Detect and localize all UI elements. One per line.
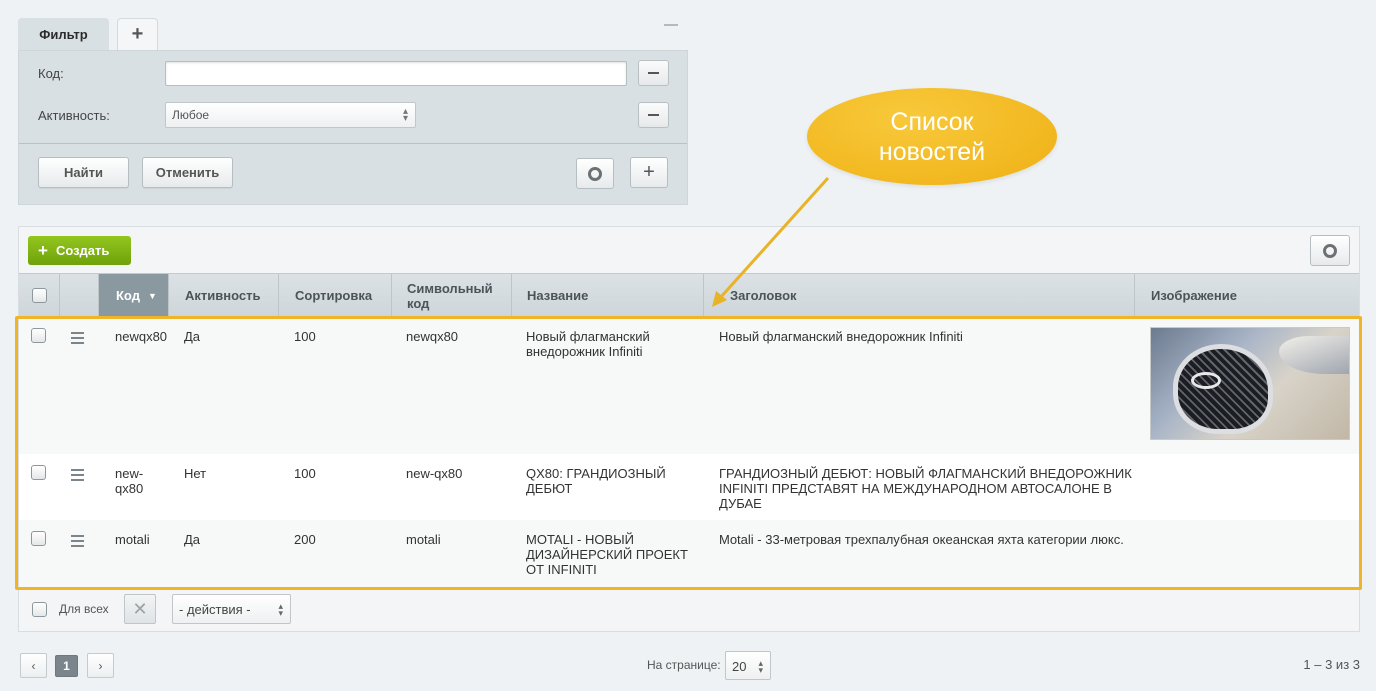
menu-icon[interactable]: [71, 535, 84, 550]
close-icon: ✕: [132, 598, 148, 619]
cell-activity: Нет: [184, 466, 207, 481]
create-button[interactable]: + Создать: [28, 236, 131, 265]
plus-icon: +: [643, 161, 655, 183]
column-header-sort[interactable]: Сортировка: [278, 274, 391, 317]
records-range: 1 – 3 из 3: [1303, 657, 1360, 672]
menu-icon[interactable]: [71, 332, 84, 347]
cell-sort: 100: [294, 466, 316, 481]
column-header-label: Изображение: [1151, 288, 1237, 303]
column-header-label: Заголовок: [730, 288, 797, 303]
gear-icon: [1323, 243, 1337, 258]
cell-code: motali: [115, 532, 150, 547]
callout-line-2: новостей: [878, 138, 986, 166]
plus-icon: +: [131, 23, 144, 45]
callout-bubble: Список новостей: [807, 88, 1057, 185]
code-input[interactable]: [165, 61, 627, 86]
column-header-label: Сортировка: [295, 288, 373, 303]
list-settings-button[interactable]: [1310, 235, 1350, 266]
minus-icon: [648, 72, 659, 74]
infiniti-emblem-icon: [1191, 372, 1221, 389]
grille-shape: [1173, 344, 1273, 434]
filter-label-code: Код:: [38, 66, 64, 81]
table-row[interactable]: newqx80 Да 100 newqx80 Новый флагманский…: [19, 317, 1359, 454]
chevron-right-icon: ›: [98, 658, 103, 673]
create-button-label: Создать: [55, 243, 110, 258]
row-checkbox[interactable]: [31, 531, 46, 546]
plus-icon: +: [38, 240, 48, 260]
column-header-activity[interactable]: Активность: [168, 274, 278, 317]
actions-select-value: - действия -: [179, 602, 251, 617]
cell-name: MOTALI - НОВЫЙ ДИЗАЙНЕРСКИЙ ПРОЕКТ ОТ IN…: [526, 532, 688, 577]
cell-sort: 200: [294, 532, 316, 547]
table-row[interactable]: motali Да 200 motali MOTALI - НОВЫЙ ДИЗА…: [19, 520, 1359, 587]
divider: [19, 143, 687, 144]
news-image-infiniti: [1150, 327, 1350, 440]
actions-select[interactable]: - действия - ▴ ▾: [172, 594, 291, 624]
remove-field-button[interactable]: [638, 102, 669, 128]
tab-filter[interactable]: Фильтр: [18, 18, 109, 50]
add-field-button[interactable]: +: [630, 157, 668, 188]
chevron-left-icon: ‹: [31, 658, 36, 673]
cell-symbol-code: new-qx80: [406, 466, 463, 481]
next-page-button[interactable]: ›: [87, 653, 114, 678]
news-list-panel: + Создать Код ▼ Активность Сортировка Сим…: [18, 226, 1360, 632]
column-header-symbol-code[interactable]: Символьный код: [391, 274, 511, 317]
menu-icon[interactable]: [71, 469, 84, 484]
minus-icon: [648, 114, 659, 116]
select-all-checkbox[interactable]: [31, 288, 47, 303]
cell-title: Новый флагманский внедорожник Infiniti: [719, 329, 963, 344]
cell-name: Новый флагманский внедорожник Infiniti: [526, 329, 650, 359]
cell-activity: Да: [184, 532, 201, 547]
cell-symbol-code: motali: [406, 532, 441, 547]
per-page-value: 20: [732, 659, 747, 674]
activity-select-value: Любое: [172, 108, 210, 122]
table-row[interactable]: new-qx80 Нет 100 new-qx80 QX80: ГРАНДИОЗ…: [19, 454, 1359, 520]
updown-arrow-icon: ▴ ▾: [402, 106, 408, 124]
cancel-button[interactable]: Отменить: [142, 157, 233, 188]
column-header-label: Название: [527, 288, 589, 303]
callout-line-1: Список: [890, 108, 974, 136]
row-checkbox[interactable]: [31, 465, 46, 480]
cell-name: QX80: ГРАНДИОЗНЫЙ ДЕБЮТ: [526, 466, 666, 496]
column-header-title[interactable]: Заголовок: [703, 274, 1134, 317]
apply-to-all-checkbox[interactable]: [32, 602, 47, 617]
filter-settings-button[interactable]: [576, 158, 614, 189]
updown-arrow-icon: ▴ ▾: [758, 658, 763, 675]
updown-arrow-icon: ▴ ▾: [278, 601, 283, 618]
column-header-code[interactable]: Код ▼: [98, 274, 168, 317]
column-header-label: Символьный код: [407, 280, 493, 311]
cell-sort: 100: [294, 329, 316, 344]
table-header: Код ▼ Активность Сортировка Символьный ко…: [19, 273, 1359, 317]
filter-panel: Код: Активность: Любое ▴ ▾ Найти Отменить…: [18, 50, 688, 205]
prev-page-button[interactable]: ‹: [20, 653, 47, 678]
column-header-label: Активность: [185, 288, 261, 303]
page-button-current[interactable]: 1: [55, 655, 78, 677]
cell-title: Motali - 33-метровая трехпалубная океанс…: [719, 532, 1124, 547]
delete-button[interactable]: ✕: [124, 594, 156, 624]
activity-select[interactable]: Любое ▴ ▾: [165, 102, 416, 128]
remove-field-button[interactable]: [638, 60, 669, 86]
cell-code: newqx80: [115, 329, 168, 344]
group-actions-bar: Для всех ✕ - действия - ▴ ▾: [19, 592, 1359, 632]
cell-symbol-code: newqx80: [406, 329, 459, 344]
sort-down-icon: ▼: [147, 290, 157, 301]
actions-column-header: [59, 274, 98, 317]
headlight-shape: [1279, 336, 1349, 374]
filter-label-activity: Активность:: [38, 108, 110, 123]
select-all-cell: [19, 274, 59, 317]
per-page-select[interactable]: 20 ▴ ▾: [725, 651, 771, 680]
per-page-label: На странице:: [647, 658, 721, 672]
cell-activity: Да: [184, 329, 201, 344]
apply-to-all-label: Для всех: [59, 602, 109, 616]
column-header-label: Код: [116, 288, 140, 303]
cell-title: ГРАНДИОЗНЫЙ ДЕБЮТ: НОВЫЙ ФЛАГМАНСКИЙ ВНЕ…: [719, 466, 1132, 511]
row-checkbox[interactable]: [31, 328, 46, 343]
add-filter-tab-button[interactable]: +: [117, 18, 158, 50]
gear-icon: [588, 166, 602, 181]
column-header-name[interactable]: Название: [511, 274, 703, 317]
minimize-icon[interactable]: [664, 24, 678, 26]
find-button[interactable]: Найти: [38, 157, 129, 188]
cell-code: new-qx80: [115, 466, 144, 496]
column-header-image[interactable]: Изображение: [1134, 274, 1359, 317]
